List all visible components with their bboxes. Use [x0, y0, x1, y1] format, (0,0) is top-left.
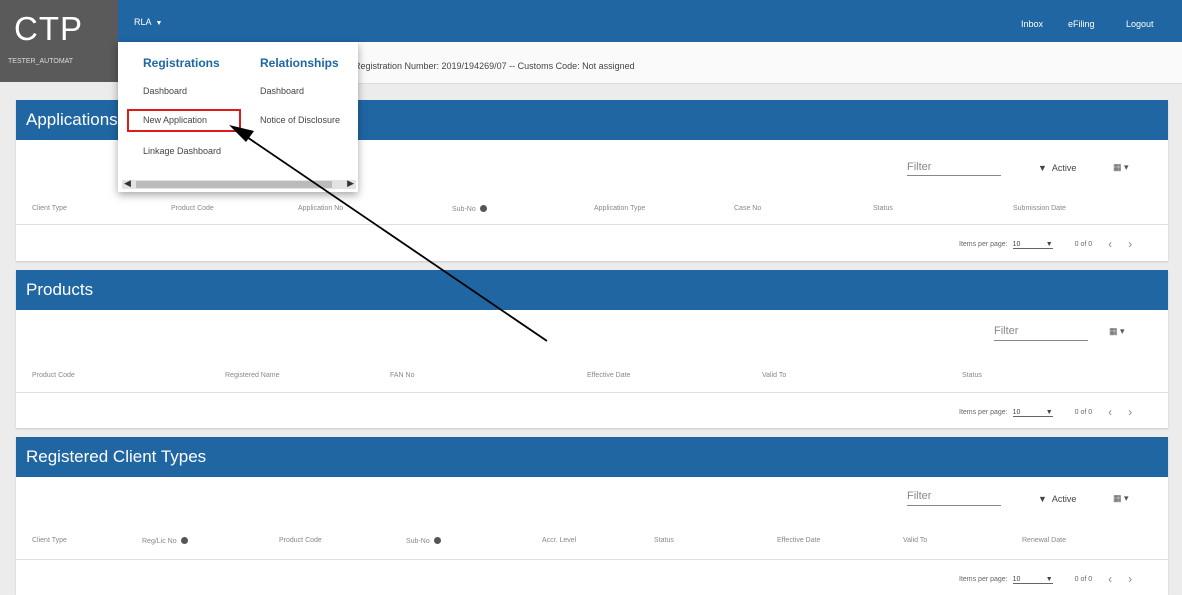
app-logo: CTP [14, 10, 83, 47]
page-size-value: 10 [1012, 241, 1021, 248]
info-icon[interactable] [479, 205, 487, 212]
dropdown-icon: ▼ [1045, 241, 1053, 248]
menu-scrollbar[interactable]: ◀ ▶ [122, 178, 356, 189]
menu-item-linkage-dashboard[interactable]: Linkage Dashboard [143, 146, 221, 156]
column-header: Reg/Lic No [142, 537, 188, 545]
column-toggle-icon[interactable]: ▦ ▾ [1113, 493, 1129, 504]
column-header: Application Type [594, 205, 646, 212]
column-header: Valid To [762, 372, 787, 379]
products-paginator: Items per page: 10 ▼ 0 of 0 ‹ › [959, 405, 1132, 419]
registration-text: Registration Number: 2019/194269/07 -- C… [354, 61, 635, 71]
efiling-link[interactable]: eFiling [1068, 19, 1095, 29]
caret-down-icon: ▼ [155, 20, 163, 27]
inbox-link[interactable]: Inbox [1021, 19, 1043, 29]
scroll-thumb[interactable] [136, 181, 332, 188]
divider [16, 224, 1168, 225]
column-header: Product Code [32, 372, 75, 379]
column-header-label: Reg/Lic No [142, 538, 177, 545]
filter-icon: ▼ [1038, 494, 1047, 504]
items-per-page-label: Items per page: [959, 241, 1008, 248]
client-types-filter-label: Filter [907, 490, 932, 502]
column-header: Client Type [32, 205, 67, 212]
items-per-page-label: Items per page: [959, 576, 1008, 583]
column-header: Client Type [32, 537, 67, 544]
column-header: Sub-No [406, 537, 441, 545]
page-size-value: 10 [1012, 409, 1021, 416]
column-header: Effective Date [587, 372, 631, 379]
relationships-heading: Relationships [260, 56, 339, 70]
column-header: Renewal Date [1022, 537, 1066, 544]
applications-status-value: Active [1051, 163, 1077, 173]
rla-dropdown-menu: Registrations Relationships Dashboard Ne… [118, 42, 358, 192]
column-header: Valid To [903, 537, 928, 544]
page-size-select[interactable]: 10 ▼ [1012, 409, 1053, 417]
info-icon[interactable] [433, 537, 441, 544]
products-filter-input[interactable] [994, 340, 1088, 341]
menu-item-relationships-dashboard[interactable]: Dashboard [260, 86, 304, 96]
items-per-page-label: Items per page: [959, 409, 1008, 416]
prev-page-icon[interactable]: ‹ [1108, 572, 1112, 586]
products-title: Products [16, 270, 1168, 310]
column-header-label: Sub-No [452, 206, 476, 213]
info-icon[interactable] [180, 537, 188, 544]
username: TESTER_AUTOMAT [8, 58, 74, 65]
column-header: Case No [734, 205, 762, 212]
page-size-select[interactable]: 10 ▼ [1012, 576, 1053, 584]
client-types-status-select[interactable]: ▼ Active [1038, 494, 1076, 504]
column-header: Sub-No [452, 205, 487, 213]
dropdown-icon: ▼ [1045, 576, 1053, 583]
column-header: FAN No [390, 372, 415, 379]
column-header: Registered Name [225, 372, 280, 379]
logo-area: CTP TESTER_AUTOMAT [0, 0, 118, 82]
column-header: Application No [298, 205, 344, 212]
page-size-value: 10 [1012, 576, 1021, 583]
column-header: Submission Date [1013, 205, 1066, 212]
client-types-filter-input[interactable] [907, 505, 1001, 506]
column-header-label: Sub-No [406, 538, 430, 545]
top-navbar: RLA ▼ Inbox eFiling Logout [0, 0, 1182, 42]
page-size-select[interactable]: 10 ▼ [1012, 241, 1053, 249]
scroll-left-icon[interactable]: ◀ [124, 178, 131, 189]
applications-filter-label: Filter [907, 161, 932, 173]
column-header: Status [654, 537, 674, 544]
next-page-icon[interactable]: › [1128, 405, 1132, 419]
column-header: Status [962, 372, 982, 379]
divider [16, 559, 1168, 560]
products-panel: Products Filter ▦ ▾ Product Code Registe… [16, 270, 1168, 428]
registrations-heading: Registrations [143, 56, 220, 70]
page-range: 0 of 0 [1074, 241, 1093, 248]
prev-page-icon[interactable]: ‹ [1108, 237, 1112, 251]
divider [16, 392, 1168, 393]
prev-page-icon[interactable]: ‹ [1108, 405, 1112, 419]
client-types-status-value: Active [1051, 494, 1077, 504]
applications-paginator: Items per page: 10 ▼ 0 of 0 ‹ › [959, 237, 1132, 251]
next-page-icon[interactable]: › [1128, 572, 1132, 586]
scroll-right-icon[interactable]: ▶ [347, 178, 354, 189]
logout-link[interactable]: Logout [1126, 19, 1154, 29]
client-types-paginator: Items per page: 10 ▼ 0 of 0 ‹ › [959, 572, 1132, 586]
next-page-icon[interactable]: › [1128, 237, 1132, 251]
dropdown-icon: ▼ [1045, 409, 1053, 416]
menu-item-notice-of-disclosure[interactable]: Notice of Disclosure [260, 115, 340, 125]
client-types-panel: Registered Client Types Filter ▼ Active ▦… [16, 437, 1168, 595]
column-header: Status [873, 205, 893, 212]
column-header: Product Code [171, 205, 214, 212]
rla-menu-toggle[interactable]: RLA ▼ [134, 17, 162, 27]
column-toggle-icon[interactable]: ▦ ▾ [1113, 162, 1129, 173]
applications-filter-input[interactable] [907, 175, 1001, 176]
highlight-box [127, 109, 241, 132]
column-header: Product Code [279, 537, 322, 544]
menu-item-registrations-dashboard[interactable]: Dashboard [143, 86, 187, 96]
column-header: Effective Date [777, 537, 821, 544]
page-range: 0 of 0 [1074, 576, 1093, 583]
page-range: 0 of 0 [1074, 409, 1093, 416]
column-header: Accr. Level [542, 537, 577, 544]
products-filter-label: Filter [994, 325, 1019, 337]
rla-menu-label: RLA [134, 17, 152, 27]
client-types-title: Registered Client Types [16, 437, 1168, 477]
column-toggle-icon[interactable]: ▦ ▾ [1109, 326, 1125, 337]
applications-status-select[interactable]: ▼ Active [1038, 163, 1076, 173]
filter-icon: ▼ [1038, 163, 1047, 173]
